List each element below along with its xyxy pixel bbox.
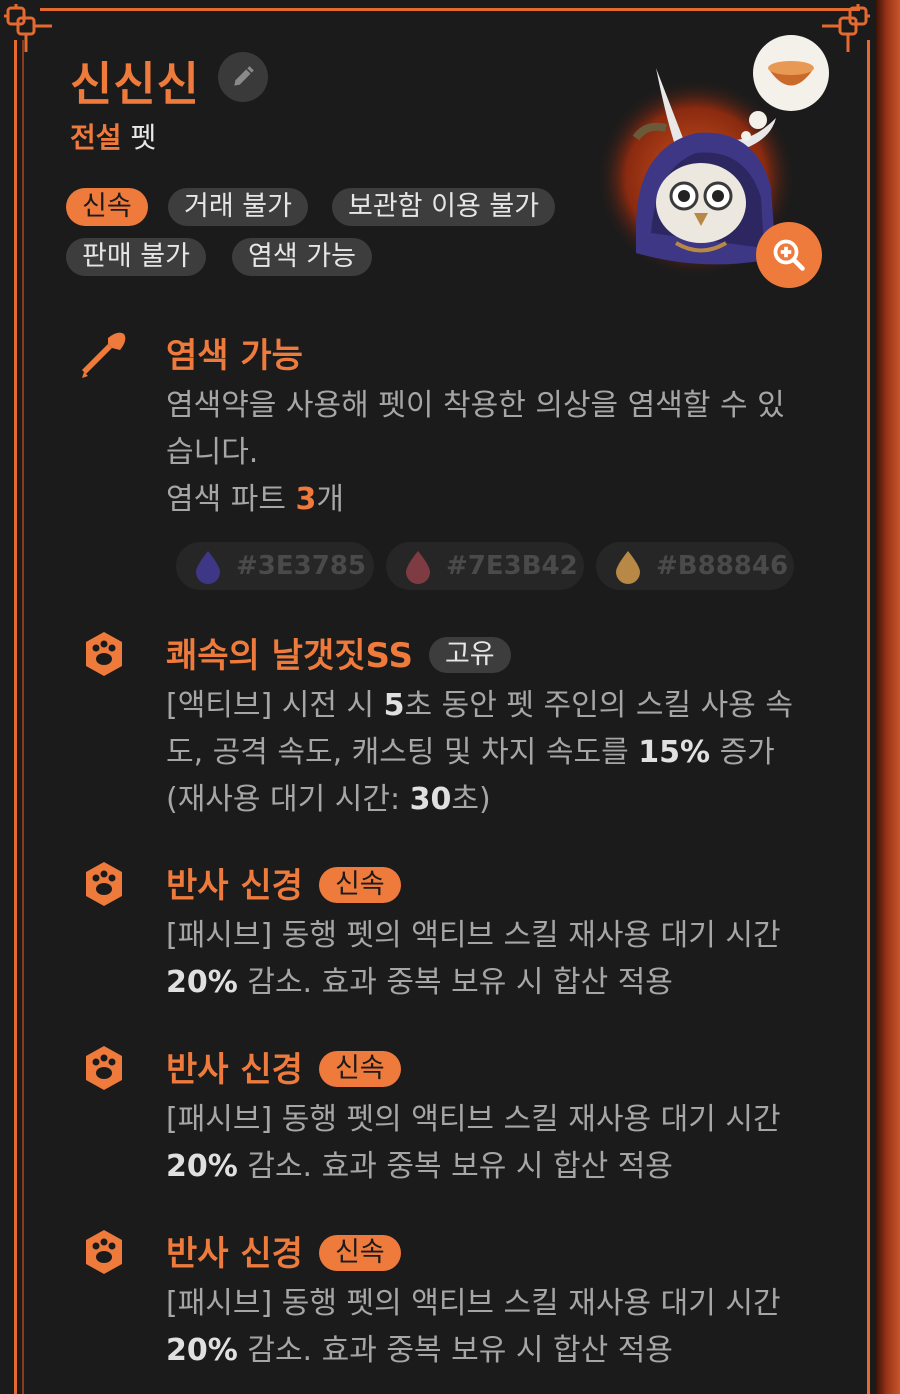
skill-name: 반사 신경 — [166, 866, 303, 906]
dye-title: 염색 가능 — [166, 336, 303, 376]
zoom-in-icon — [773, 239, 805, 271]
dye-hex: #7E3B42 — [446, 551, 578, 581]
skill-section: 반사 신경 신속 [패시브] 동행 펫의 액티브 스킬 재사용 대기 시간 20%… — [78, 858, 818, 1008]
paw-icon — [86, 862, 122, 906]
skill-name: 쾌속의 날갯짓SS — [166, 636, 413, 676]
dye-hex: #3E3785 — [236, 551, 366, 581]
skill-badge: 신속 — [318, 1050, 401, 1087]
paw-icon — [86, 1230, 122, 1274]
skill-desc-text: [액티브] 시전 시 — [166, 688, 384, 723]
tag: 거래 불가 — [168, 188, 308, 226]
skill-desc-value: 15% — [638, 735, 711, 770]
dye-color-chip[interactable]: #B88846 — [596, 542, 794, 590]
skill-desc-text: [패시브] 동행 펫의 액티브 스킬 재사용 대기 시간 — [166, 1286, 781, 1321]
dye-drop-icon — [616, 551, 640, 584]
skill-name: 반사 신경 — [166, 1050, 303, 1090]
skill-description: [패시브] 동행 펫의 액티브 스킬 재사용 대기 시간 20% 감소. 효과 … — [166, 1096, 806, 1190]
edit-name-button[interactable] — [218, 52, 268, 102]
rarity-grade: 전설 — [70, 121, 122, 154]
frame-border-left-inner — [22, 40, 24, 1394]
skill-desc-text: [패시브] 동행 펫의 액티브 스킬 재사용 대기 시간 — [166, 1102, 781, 1137]
skill-desc-text: 감소. 효과 중복 보유 시 합산 적용 — [237, 965, 673, 1000]
skill-section: 반사 신경 신속 [패시브] 동행 펫의 액티브 스킬 재사용 대기 시간 20%… — [78, 1226, 818, 1376]
frame-border-left — [14, 40, 17, 1394]
zoom-button[interactable] — [756, 222, 822, 288]
corner-knot-ornament — [4, 4, 52, 52]
skill-desc-value: 5 — [383, 688, 405, 723]
dye-drop-icon — [196, 551, 220, 584]
dye-drop-icon — [406, 551, 430, 584]
dye-section: 염색 가능 염색약을 사용해 펫이 착용한 의상을 염색할 수 있습니다. 염색… — [78, 328, 818, 598]
paw-icon — [86, 1046, 122, 1090]
skill-description: [패시브] 동행 펫의 액티브 스킬 재사용 대기 시간 20% 감소. 효과 … — [166, 1280, 806, 1374]
dye-desc-text: 염색약을 사용해 펫이 착용한 의상을 염색할 수 있습니다. — [166, 388, 785, 470]
pet-name: 신신신 — [70, 57, 200, 111]
skill-name: 반사 신경 — [166, 1234, 303, 1274]
paw-icon — [86, 632, 122, 676]
background-glow — [876, 0, 900, 1394]
dye-color-chip[interactable]: #7E3B42 — [386, 542, 584, 590]
dye-hex: #B88846 — [656, 551, 789, 581]
dye-parts-line: 염색 파트 3개 — [166, 476, 786, 523]
dye-description: 염색약을 사용해 펫이 착용한 의상을 염색할 수 있습니다. 염색 파트 3개 — [166, 382, 786, 523]
skill-badge: 신속 — [318, 866, 401, 903]
tag: 신속 — [66, 188, 148, 226]
skill-desc-value: 20% — [166, 965, 238, 1000]
skill-desc-text: 초) — [451, 782, 491, 817]
dye-parts-prefix: 염색 파트 — [166, 482, 296, 517]
skill-desc-value: 30 — [409, 782, 452, 817]
skill-title: 반사 신경 신속 — [166, 1226, 401, 1275]
skill-desc-text: [패시브] 동행 펫의 액티브 스킬 재사용 대기 시간 — [166, 918, 781, 953]
rarity-type: 펫 — [130, 121, 157, 154]
skill-title: 쾌속의 날갯짓SS 고유 — [166, 628, 511, 677]
skill-badge: 신속 — [318, 1234, 401, 1271]
tag: 염색 가능 — [232, 238, 372, 276]
skill-title: 반사 신경 신속 — [166, 1042, 401, 1091]
skill-desc-text: 감소. 효과 중복 보유 시 합산 적용 — [237, 1333, 673, 1368]
skill-desc-value: 20% — [166, 1149, 238, 1184]
tag: 판매 불가 — [66, 238, 206, 276]
pet-info-card: 신신신 전설 펫 신속 거래 불가 보관함 이용 불가 판매 불가 염색 가능 — [0, 0, 900, 1394]
dye-color-chip[interactable]: #3E3785 — [176, 542, 374, 590]
skill-section: 반사 신경 신속 [패시브] 동행 펫의 액티브 스킬 재사용 대기 시간 20%… — [78, 1042, 818, 1192]
skill-badge: 고유 — [428, 636, 511, 673]
skill-desc-text: 감소. 효과 중복 보유 시 합산 적용 — [237, 1149, 673, 1184]
pet-rarity: 전설 펫 — [70, 116, 156, 156]
tag: 보관함 이용 불가 — [332, 188, 556, 226]
frame-border-top — [40, 8, 860, 11]
dye-brush-icon — [82, 332, 126, 378]
skill-description: [패시브] 동행 펫의 액티브 스킬 재사용 대기 시간 20% 감소. 효과 … — [166, 912, 806, 1006]
skill-desc-value: 20% — [166, 1333, 238, 1368]
skill-title: 반사 신경 신속 — [166, 858, 401, 907]
dye-parts-suffix: 개 — [316, 482, 344, 517]
pencil-icon — [234, 66, 254, 86]
frame-border-right — [867, 40, 870, 1394]
skill-section: 쾌속의 날갯짓SS 고유 [액티브] 시전 시 5초 동안 펫 주인의 스킬 사용… — [78, 628, 818, 828]
skill-description: [액티브] 시전 시 5초 동안 펫 주인의 스킬 사용 속도, 공격 속도, … — [166, 682, 806, 823]
dye-parts-count: 3 — [295, 482, 317, 517]
